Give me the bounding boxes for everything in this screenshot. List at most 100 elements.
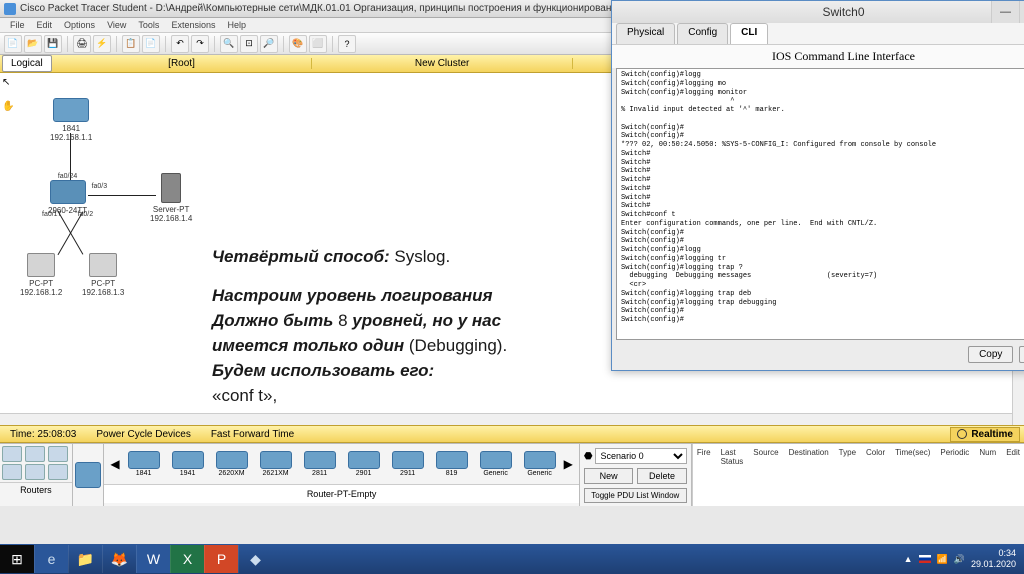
- cat-switch-icon[interactable]: [25, 446, 45, 462]
- connection-slot[interactable]: [73, 444, 105, 506]
- cat-hub-icon[interactable]: [48, 446, 68, 462]
- delete-scenario-button[interactable]: Delete: [637, 468, 686, 484]
- select-tool-icon[interactable]: ↖: [2, 77, 24, 99]
- device-item[interactable]: 2620XM: [212, 451, 252, 477]
- menu-tools[interactable]: Tools: [132, 18, 165, 32]
- pc-icon: [89, 253, 117, 277]
- root-label[interactable]: [Root]: [52, 58, 313, 69]
- packet-tracer-task-icon[interactable]: ◆: [238, 545, 272, 573]
- category-label: Routers: [0, 482, 72, 497]
- device-list: ◀ 1841 1941 2620XM 2621XM 2811 2901 2911…: [104, 444, 579, 506]
- canvas-scroll-h[interactable]: [0, 413, 1012, 425]
- volume-icon[interactable]: 🔊: [954, 554, 965, 565]
- menu-help[interactable]: Help: [221, 18, 252, 32]
- app-title: Cisco Packet Tracer Student: [20, 3, 147, 14]
- scenario-toggle-icon[interactable]: ⬣: [584, 451, 593, 462]
- switch0-window[interactable]: Switch0 — ☐ ✕ Physical Config CLI IOS Co…: [611, 0, 1024, 371]
- bottom-panel: Routers ◀ 1841 1941 2620XM 2621XM 2811 2…: [0, 443, 1024, 506]
- router-device[interactable]: 1841 192.168.1.1: [50, 98, 92, 142]
- menu-view[interactable]: View: [101, 18, 132, 32]
- toggle-pdu-button[interactable]: Toggle PDU List Window: [584, 488, 687, 503]
- save-icon[interactable]: 💾: [44, 35, 62, 53]
- scroll-right-icon[interactable]: ▶: [564, 457, 573, 471]
- paste-button[interactable]: Paste: [1019, 346, 1024, 363]
- copy-icon[interactable]: 📋: [122, 35, 140, 53]
- pdu-results-table: Fire Last Status Source Destination Type…: [692, 444, 1024, 506]
- pc-icon: [27, 253, 55, 277]
- new-cluster-button[interactable]: New Cluster: [312, 58, 573, 69]
- device-item[interactable]: Generic: [476, 451, 516, 477]
- menu-extensions[interactable]: Extensions: [165, 18, 221, 32]
- menu-file[interactable]: File: [4, 18, 31, 32]
- pc2-device[interactable]: PC-PT 192.168.1.3: [82, 253, 124, 297]
- lang-icon[interactable]: [919, 555, 931, 563]
- tab-physical[interactable]: Physical: [616, 23, 675, 44]
- power-cycle-button[interactable]: Power Cycle Devices: [86, 429, 200, 440]
- firefox-icon[interactable]: 🦊: [102, 545, 136, 573]
- device-category-grid: Routers: [0, 444, 73, 506]
- router-icon: [53, 98, 89, 122]
- server-icon: [161, 173, 181, 203]
- dialog-icon[interactable]: ⬜: [309, 35, 327, 53]
- pdu-panel: ⬣ Scenario 0 New Delete Toggle PDU List …: [580, 444, 692, 506]
- fast-forward-button[interactable]: Fast Forward Time: [201, 429, 304, 440]
- ie-icon[interactable]: e: [34, 545, 68, 573]
- menu-edit[interactable]: Edit: [31, 18, 59, 32]
- switch0-titlebar[interactable]: Switch0 — ☐ ✕: [612, 1, 1024, 23]
- cat-connection-icon[interactable]: [25, 464, 45, 480]
- zoom-out-icon[interactable]: 🔎: [260, 35, 278, 53]
- cat-router-icon[interactable]: [2, 446, 22, 462]
- cat-end-icon[interactable]: [48, 464, 68, 480]
- sim-status-bar: Time: 25:08:03 Power Cycle Devices Fast …: [0, 425, 1024, 443]
- undo-icon[interactable]: ↶: [171, 35, 189, 53]
- device-item[interactable]: 2911: [388, 451, 428, 477]
- logical-button[interactable]: Logical: [2, 55, 52, 72]
- excel-icon[interactable]: X: [170, 545, 204, 573]
- paste-icon[interactable]: 📄: [142, 35, 160, 53]
- tray-date: 29.01.2020: [971, 559, 1016, 570]
- system-tray[interactable]: ▲ 📶 🔊 0:34 29.01.2020: [896, 548, 1024, 570]
- word-icon[interactable]: W: [136, 545, 170, 573]
- help-icon[interactable]: ?: [338, 35, 356, 53]
- palette-icon[interactable]: 🎨: [289, 35, 307, 53]
- device-item[interactable]: 819: [432, 451, 472, 477]
- zoom-in-icon[interactable]: 🔍: [220, 35, 238, 53]
- redo-icon[interactable]: ↷: [191, 35, 209, 53]
- network-icon[interactable]: 📶: [937, 554, 948, 565]
- device-item[interactable]: 2621XM: [256, 451, 296, 477]
- device-item[interactable]: 1841: [124, 451, 164, 477]
- cli-header: IOS Command Line Interface: [612, 45, 1024, 68]
- open-file-icon[interactable]: 📂: [24, 35, 42, 53]
- hand-tool-icon[interactable]: ✋: [2, 101, 24, 123]
- pc1-device[interactable]: PC-PT 192.168.1.2: [20, 253, 62, 297]
- canvas-tool-palette: ↖ ✋: [2, 77, 28, 123]
- zoom-reset-icon[interactable]: ⊡: [240, 35, 258, 53]
- device-item[interactable]: 1941: [168, 451, 208, 477]
- sim-time: Time: 25:08:03: [0, 429, 86, 440]
- switch-device[interactable]: fa0/24 2960-24TT fa0/17 fa0/2 fa0/3: [48, 173, 87, 215]
- new-scenario-button[interactable]: New: [584, 468, 633, 484]
- copy-button[interactable]: Copy: [968, 346, 1013, 363]
- server-device[interactable]: Server-PT 192.168.1.4: [150, 173, 192, 223]
- cat-wireless-icon[interactable]: [2, 464, 22, 480]
- menu-options[interactable]: Options: [58, 18, 101, 32]
- scenario-select[interactable]: Scenario 0: [595, 448, 687, 464]
- print-icon[interactable]: 🖨: [73, 35, 91, 53]
- new-file-icon[interactable]: 📄: [4, 35, 22, 53]
- start-button[interactable]: ⊞: [0, 545, 34, 573]
- chevron-up-icon[interactable]: ▲: [904, 554, 913, 565]
- device-item[interactable]: 2811: [300, 451, 340, 477]
- tab-cli[interactable]: CLI: [730, 23, 768, 44]
- scroll-left-icon[interactable]: ◀: [110, 457, 119, 471]
- powerpoint-icon[interactable]: P: [204, 545, 238, 573]
- device-item[interactable]: 2901: [344, 451, 384, 477]
- minimize-button[interactable]: —: [991, 1, 1019, 23]
- maximize-button[interactable]: ☐: [1019, 1, 1024, 23]
- cli-terminal[interactable]: Switch(config)#logg Switch(config)#loggi…: [616, 68, 1024, 340]
- tab-config[interactable]: Config: [677, 23, 728, 44]
- explorer-icon[interactable]: 📁: [68, 545, 102, 573]
- wizard-icon[interactable]: ⚡: [93, 35, 111, 53]
- device-item[interactable]: Generic: [520, 451, 560, 477]
- selected-device-icon: [75, 462, 101, 488]
- realtime-toggle[interactable]: Realtime: [950, 427, 1020, 442]
